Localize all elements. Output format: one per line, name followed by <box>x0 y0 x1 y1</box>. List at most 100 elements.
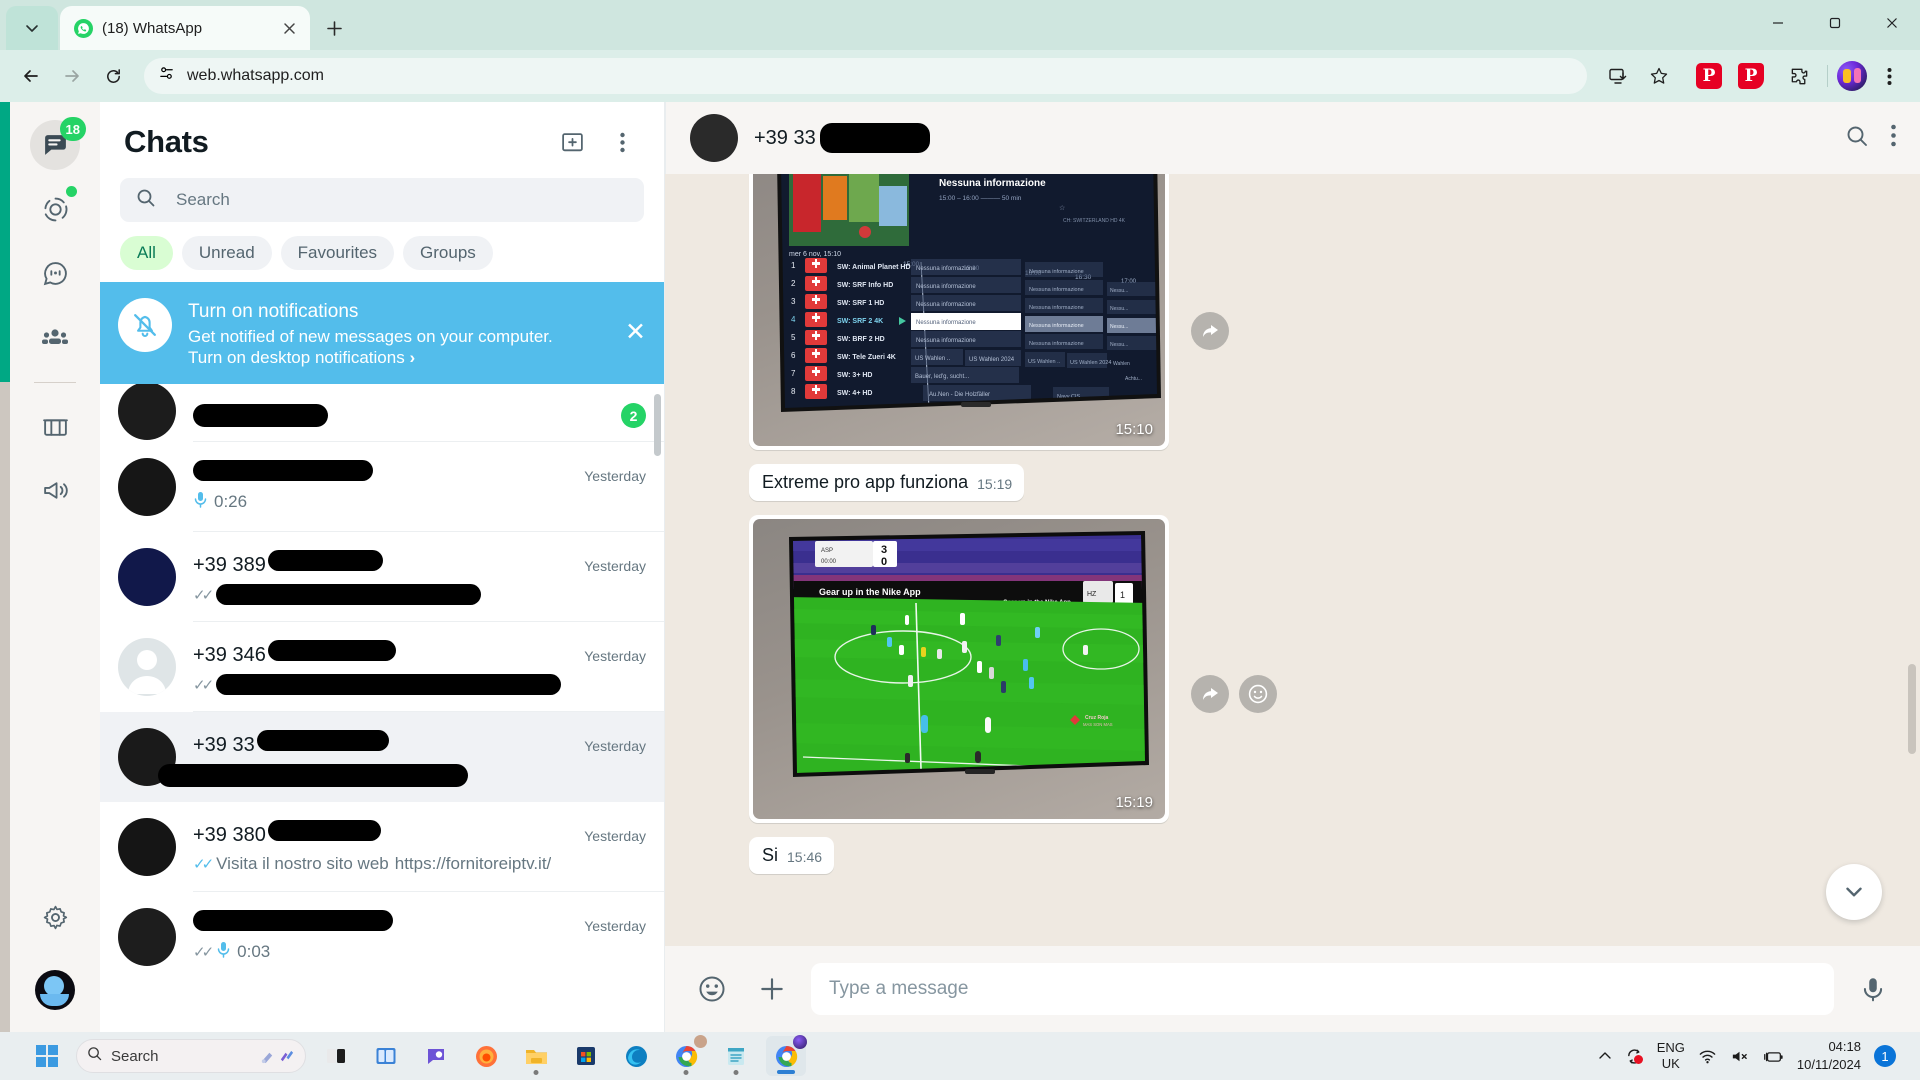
list-item[interactable]: +39 380 Yesterday ✓✓ Visita il nostro si… <box>100 802 664 893</box>
notification-action[interactable]: Turn on desktop notifications › <box>188 348 553 368</box>
search-icon[interactable] <box>1845 124 1869 153</box>
bookmark-star-icon[interactable] <box>1640 57 1678 95</box>
avatar[interactable] <box>690 114 738 162</box>
new-chat-icon[interactable] <box>554 124 590 160</box>
filter-groups[interactable]: Groups <box>403 236 493 270</box>
taskbar-app-notepad[interactable] <box>716 1036 756 1076</box>
taskbar-app-teams-chat[interactable] <box>416 1036 456 1076</box>
battery-charging-icon[interactable] <box>1762 1047 1784 1066</box>
taskbar-app-widgets[interactable] <box>366 1036 406 1076</box>
taskbar-app-file-explorer[interactable] <box>516 1036 556 1076</box>
message-row: Nessuna informazione 15:00 – 16:00 ——— 5… <box>749 174 1880 450</box>
sidebar-item-archived[interactable] <box>30 401 80 451</box>
scroll-to-bottom-button[interactable] <box>1826 864 1882 920</box>
new-tab-button[interactable] <box>317 11 351 45</box>
react-emoji-icon[interactable] <box>1239 675 1277 713</box>
menu-icon[interactable] <box>1891 124 1896 153</box>
start-icon[interactable] <box>28 1037 66 1075</box>
address-bar[interactable]: web.whatsapp.com <box>144 58 1587 94</box>
chat-list-scroll[interactable]: 2 Yesterday 0:26 +39 389 Yesterday ✓✓ +3… <box>100 384 664 1032</box>
install-icon[interactable] <box>1599 57 1637 95</box>
list-item[interactable]: Yesterday ✓✓ 0:03 <box>100 892 664 982</box>
tab-search-chevron-icon[interactable] <box>6 6 58 50</box>
forward-icon[interactable] <box>53 57 91 95</box>
message-input[interactable]: Type a message <box>811 963 1834 1015</box>
chat-row-top: +39 33 Yesterday <box>193 730 646 757</box>
taskbar-app-microsoft-edge[interactable] <box>616 1036 656 1076</box>
taskbar-app-task-view[interactable] <box>316 1036 356 1076</box>
chat-contact-name: +39 389 <box>193 554 266 577</box>
minimize-button[interactable] <box>1749 0 1806 46</box>
message-area[interactable]: Nessuna informazione 15:00 – 16:00 ——— 5… <box>665 174 1920 946</box>
nav-rail: 18 <box>10 102 100 1032</box>
message-bubble-text[interactable]: Extreme pro app funziona 15:19 <box>749 464 1025 501</box>
settings-gear-icon[interactable] <box>30 892 80 942</box>
taskbar-app-chrome-whatsapp[interactable] <box>766 1035 807 1076</box>
svg-text:Achtu...: Achtu... <box>1125 376 1142 382</box>
site-info-icon[interactable] <box>158 65 175 87</box>
filter-favourites[interactable]: Favourites <box>280 236 395 270</box>
system-tray: ENG UK 04:18 10/11/2024 1 <box>1598 1038 1910 1073</box>
list-item[interactable]: 2 <box>100 384 664 443</box>
notification-center-badge[interactable]: 1 <box>1874 1045 1896 1067</box>
reload-icon[interactable] <box>94 57 132 95</box>
profile-avatar[interactable] <box>1837 61 1867 91</box>
wifi-icon[interactable] <box>1698 1047 1717 1066</box>
close-icon[interactable]: ✕ <box>625 320 646 345</box>
sidebar-item-communities[interactable] <box>30 312 80 362</box>
taskbar-app-firefox[interactable] <box>466 1036 506 1076</box>
forward-icon[interactable] <box>1191 675 1229 713</box>
filter-unread[interactable]: Unread <box>181 236 272 270</box>
list-item[interactable]: +39 346 Yesterday ✓✓ <box>100 622 664 713</box>
filter-all[interactable]: All <box>120 236 173 270</box>
clock[interactable]: 04:18 10/11/2024 <box>1797 1038 1861 1073</box>
list-item[interactable]: +39 33 Yesterday <box>100 712 664 803</box>
back-icon[interactable] <box>12 57 50 95</box>
tv-epg-photo[interactable]: Nessuna informazione 15:00 – 16:00 ——— 5… <box>753 174 1165 446</box>
svg-text:Nessuna informazione: Nessuna informazione <box>916 266 976 272</box>
plus-icon[interactable] <box>751 968 793 1010</box>
svg-text:☆: ☆ <box>1059 204 1065 212</box>
emoji-icon[interactable] <box>691 968 733 1010</box>
tray-overflow-icon[interactable] <box>1598 1049 1612 1063</box>
profile-avatar[interactable] <box>35 970 75 1010</box>
close-icon[interactable] <box>276 15 302 41</box>
sidebar-item-channels[interactable] <box>30 248 80 298</box>
chat-list-scrollbar[interactable] <box>654 394 661 457</box>
browser-tab[interactable]: (18) WhatsApp <box>60 6 310 50</box>
message-bubble-image[interactable]: Nessuna informazione 15:00 – 16:00 ——— 5… <box>749 174 1169 450</box>
taskbar-app-microsoft-store[interactable] <box>566 1036 606 1076</box>
forward-icon[interactable] <box>1191 312 1229 350</box>
conversation-scrollbar[interactable] <box>1908 664 1916 754</box>
sidebar-item-status[interactable] <box>30 184 80 234</box>
pinterest-save-icon[interactable]: P <box>1738 63 1764 89</box>
browser-menu-icon[interactable] <box>1870 57 1908 95</box>
svg-text:5: 5 <box>791 333 796 342</box>
message-bubble-image[interactable]: ASP 00:00 3 0 Gear up in the Nike App HZ… <box>749 515 1169 823</box>
chat-contact-name: +39 346 <box>193 644 266 667</box>
menu-icon[interactable] <box>604 124 640 160</box>
svg-text:6: 6 <box>791 351 796 360</box>
sidebar-item-chats[interactable]: 18 <box>30 117 86 170</box>
sync-icon[interactable] <box>1625 1047 1644 1066</box>
chat-preview-link[interactable]: https://fornitoreiptv.it/ <box>395 854 552 874</box>
pinterest-extension-icon[interactable]: P <box>1696 63 1722 89</box>
svg-text:3: 3 <box>881 544 887 556</box>
microphone-icon[interactable] <box>1852 968 1894 1010</box>
volume-muted-icon[interactable] <box>1730 1047 1749 1066</box>
extensions-puzzle-icon[interactable] <box>1780 57 1818 95</box>
search-input[interactable]: Search <box>120 178 644 222</box>
message-bubble-text[interactable]: Si 15:46 <box>749 837 835 874</box>
taskbar-widget-icons[interactable] <box>259 1048 295 1065</box>
window-close-button[interactable] <box>1863 0 1920 46</box>
taskbar-app-chrome-profile[interactable] <box>666 1035 707 1076</box>
conversation-header[interactable]: +39 33 <box>665 102 1920 174</box>
tv-football-photo[interactable]: ASP 00:00 3 0 Gear up in the Nike App HZ… <box>753 519 1165 819</box>
language-indicator[interactable]: ENG UK <box>1657 1040 1685 1071</box>
taskbar-search[interactable]: Search <box>76 1039 306 1073</box>
list-item[interactable]: +39 389 Yesterday ✓✓ <box>100 532 664 623</box>
notification-banner[interactable]: Turn on notifications Get notified of ne… <box>100 282 664 385</box>
sidebar-item-broadcast[interactable] <box>30 465 80 515</box>
list-item[interactable]: Yesterday 0:26 <box>100 442 664 533</box>
maximize-button[interactable] <box>1806 0 1863 46</box>
